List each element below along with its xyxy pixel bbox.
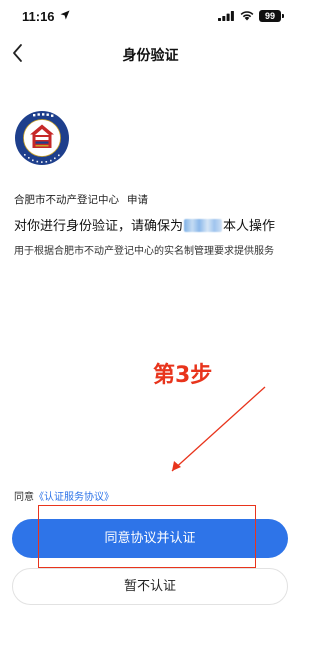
skip-verification-button[interactable]: 暂不认证 xyxy=(12,568,288,605)
annotation-arrow xyxy=(171,386,266,472)
service-description: 用于根据合肥市不动产登记中心的实名制管理要求提供服务 xyxy=(14,246,274,257)
battery-cap xyxy=(282,14,284,18)
masked-user-name xyxy=(184,219,223,232)
service-agreement-link[interactable]: 《认证服务协议》 xyxy=(34,492,114,503)
cellular-signal-icon xyxy=(218,11,234,21)
instruction-suffix: 本人操作 xyxy=(223,219,276,234)
verification-instruction: 对你进行身份验证，请确保为 本人操作 xyxy=(14,215,275,234)
agree-and-verify-button[interactable]: 同意协议并认证 xyxy=(12,519,288,558)
status-bar: 11:16 99 xyxy=(0,0,301,28)
battery-icon: 99 xyxy=(259,10,281,22)
agreement-prefix: 同意 xyxy=(14,492,34,503)
instruction-prefix: 对你进行身份验证，请确保为 xyxy=(14,219,184,234)
requester-action: 申请 xyxy=(127,194,148,206)
wifi-icon xyxy=(240,11,254,21)
requester-name: 合肥市不动产登记中心 xyxy=(14,194,119,206)
requester-line: 合肥市不动产登记中心 申请 xyxy=(14,192,148,207)
location-arrow-icon xyxy=(60,10,70,20)
agreement-line: 同意《认证服务协议》 xyxy=(14,488,114,503)
status-time: 11:16 xyxy=(22,9,55,24)
page-title: 身份验证 xyxy=(122,48,179,64)
real-estate-registration-logo xyxy=(15,111,69,165)
